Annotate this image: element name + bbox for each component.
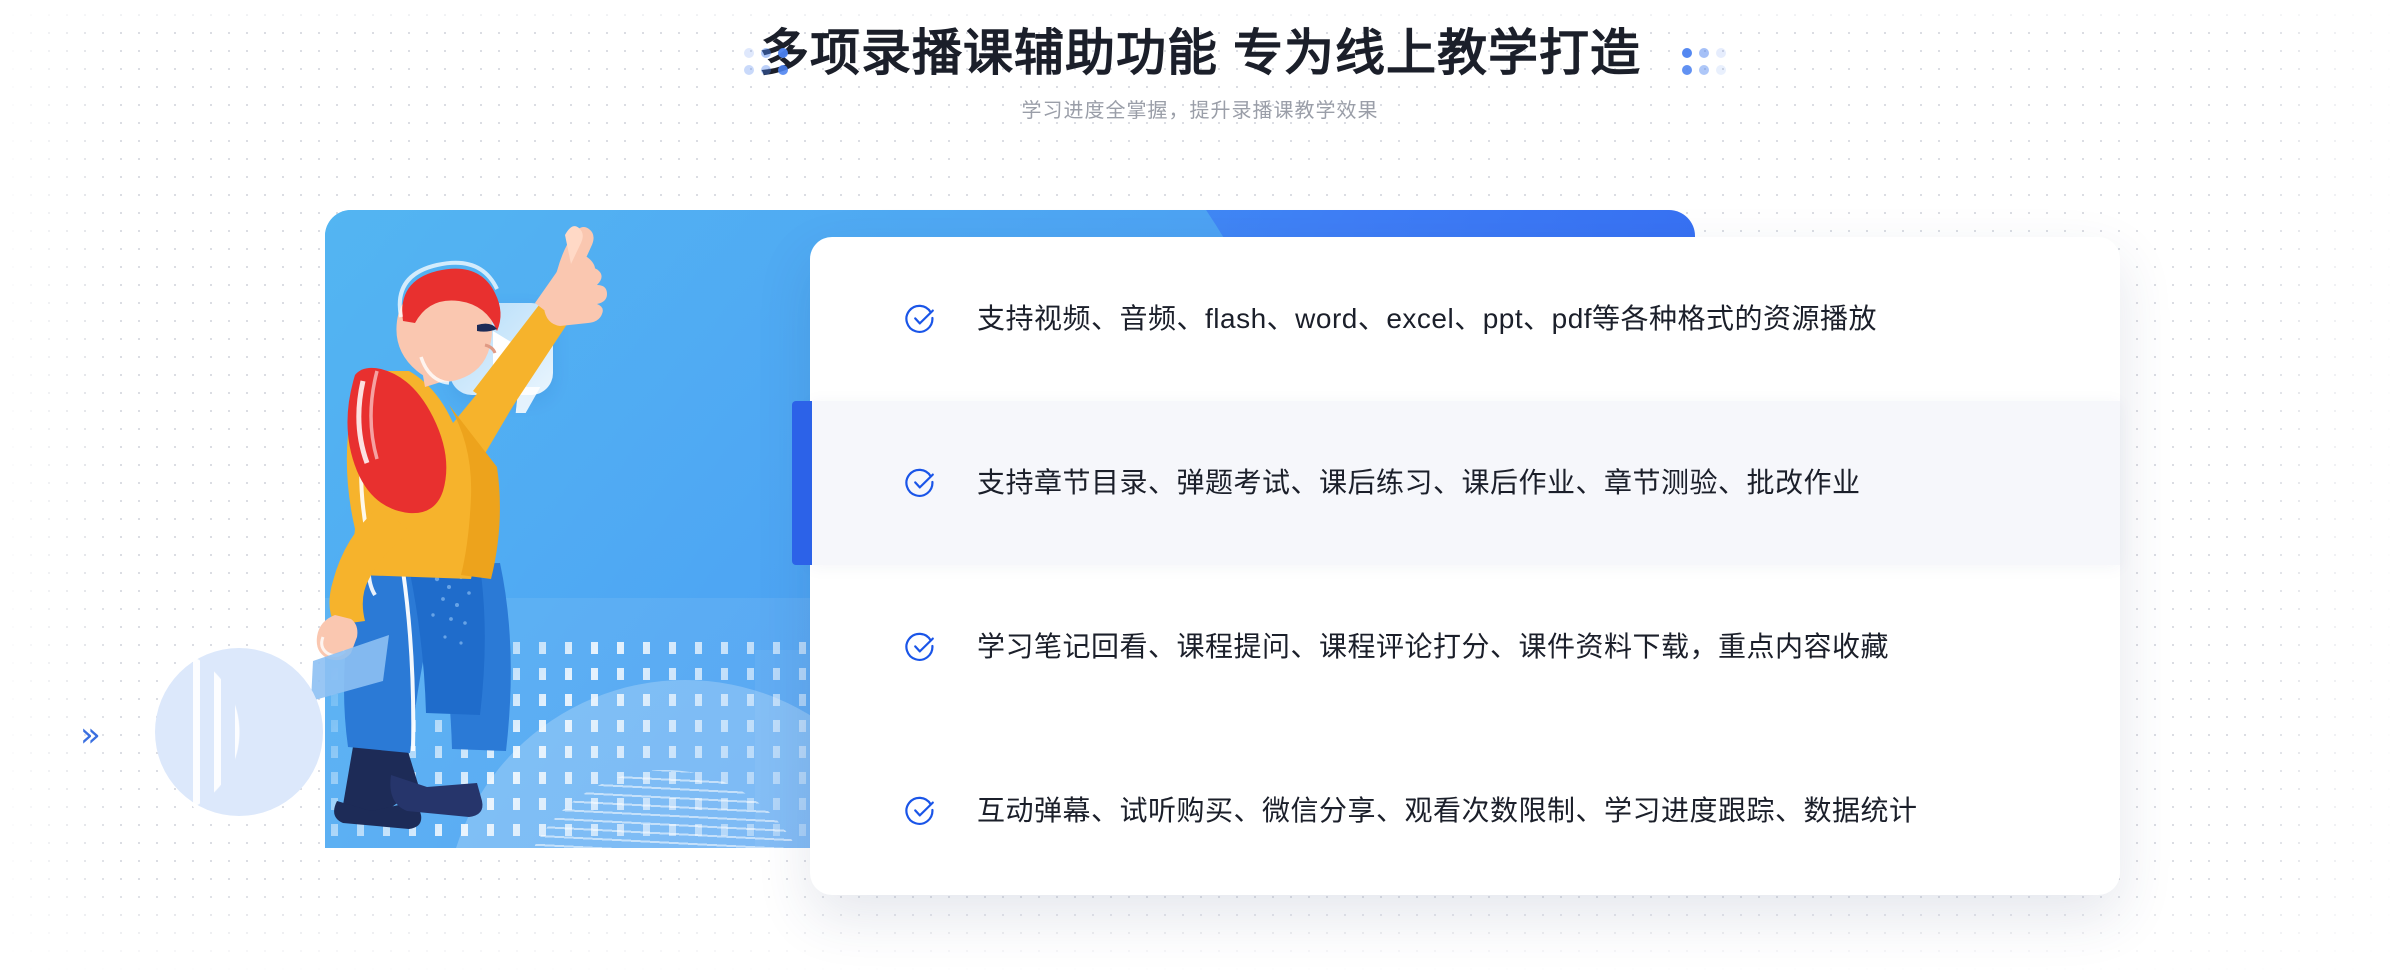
check-circle-icon: [905, 796, 934, 825]
feature-text: 支持章节目录、弹题考试、课后练习、课后作业、章节测验、批改作业: [977, 467, 1861, 498]
decorative-circle-stripes: [193, 648, 323, 816]
page-header: 多项录播课辅助功能 专为线上教学打造 学习进度全掌握，提升录播课教学效果: [0, 18, 2400, 126]
feature-list-card: 支持视频、音频、flash、word、excel、ppt、pdf等各种格式的资源…: [792, 237, 2120, 895]
check-circle-icon: [905, 468, 934, 497]
feature-row[interactable]: 学习笔记回看、课程提问、课程评论打分、课件资料下载，重点内容收藏: [810, 565, 2120, 729]
decorative-dots-left: [744, 48, 788, 75]
page-subtitle: 学习进度全掌握，提升录播课教学效果: [1021, 100, 1379, 122]
chevron-right-double-icon: »: [80, 715, 101, 755]
feature-row[interactable]: 支持视频、音频、flash、word、excel、ppt、pdf等各种格式的资源…: [810, 237, 2120, 401]
feature-row[interactable]: 支持章节目录、弹题考试、课后练习、课后作业、章节测验、批改作业: [792, 401, 2120, 565]
feature-text: 支持视频、音频、flash、word、excel、ppt、pdf等各种格式的资源…: [977, 303, 1878, 334]
hero-stage: » 支持视频、音频、flash、word、excel、ppt、pdf等各种格式的…: [0, 0, 2400, 974]
check-circle-icon: [905, 304, 934, 333]
feature-text: 学习笔记回看、课程提问、课程评论打分、课件资料下载，重点内容收藏: [977, 631, 1890, 662]
feature-row[interactable]: 互动弹幕、试听购买、微信分享、观看次数限制、学习进度跟踪、数据统计: [810, 729, 2120, 893]
feature-text: 互动弹幕、试听购买、微信分享、观看次数限制、学习进度跟踪、数据统计: [977, 795, 1918, 826]
page-title: 多项录播课辅助功能 专为线上教学打造: [759, 25, 1641, 81]
check-circle-icon: [905, 632, 934, 661]
decorative-dots-right: [1682, 48, 1726, 75]
